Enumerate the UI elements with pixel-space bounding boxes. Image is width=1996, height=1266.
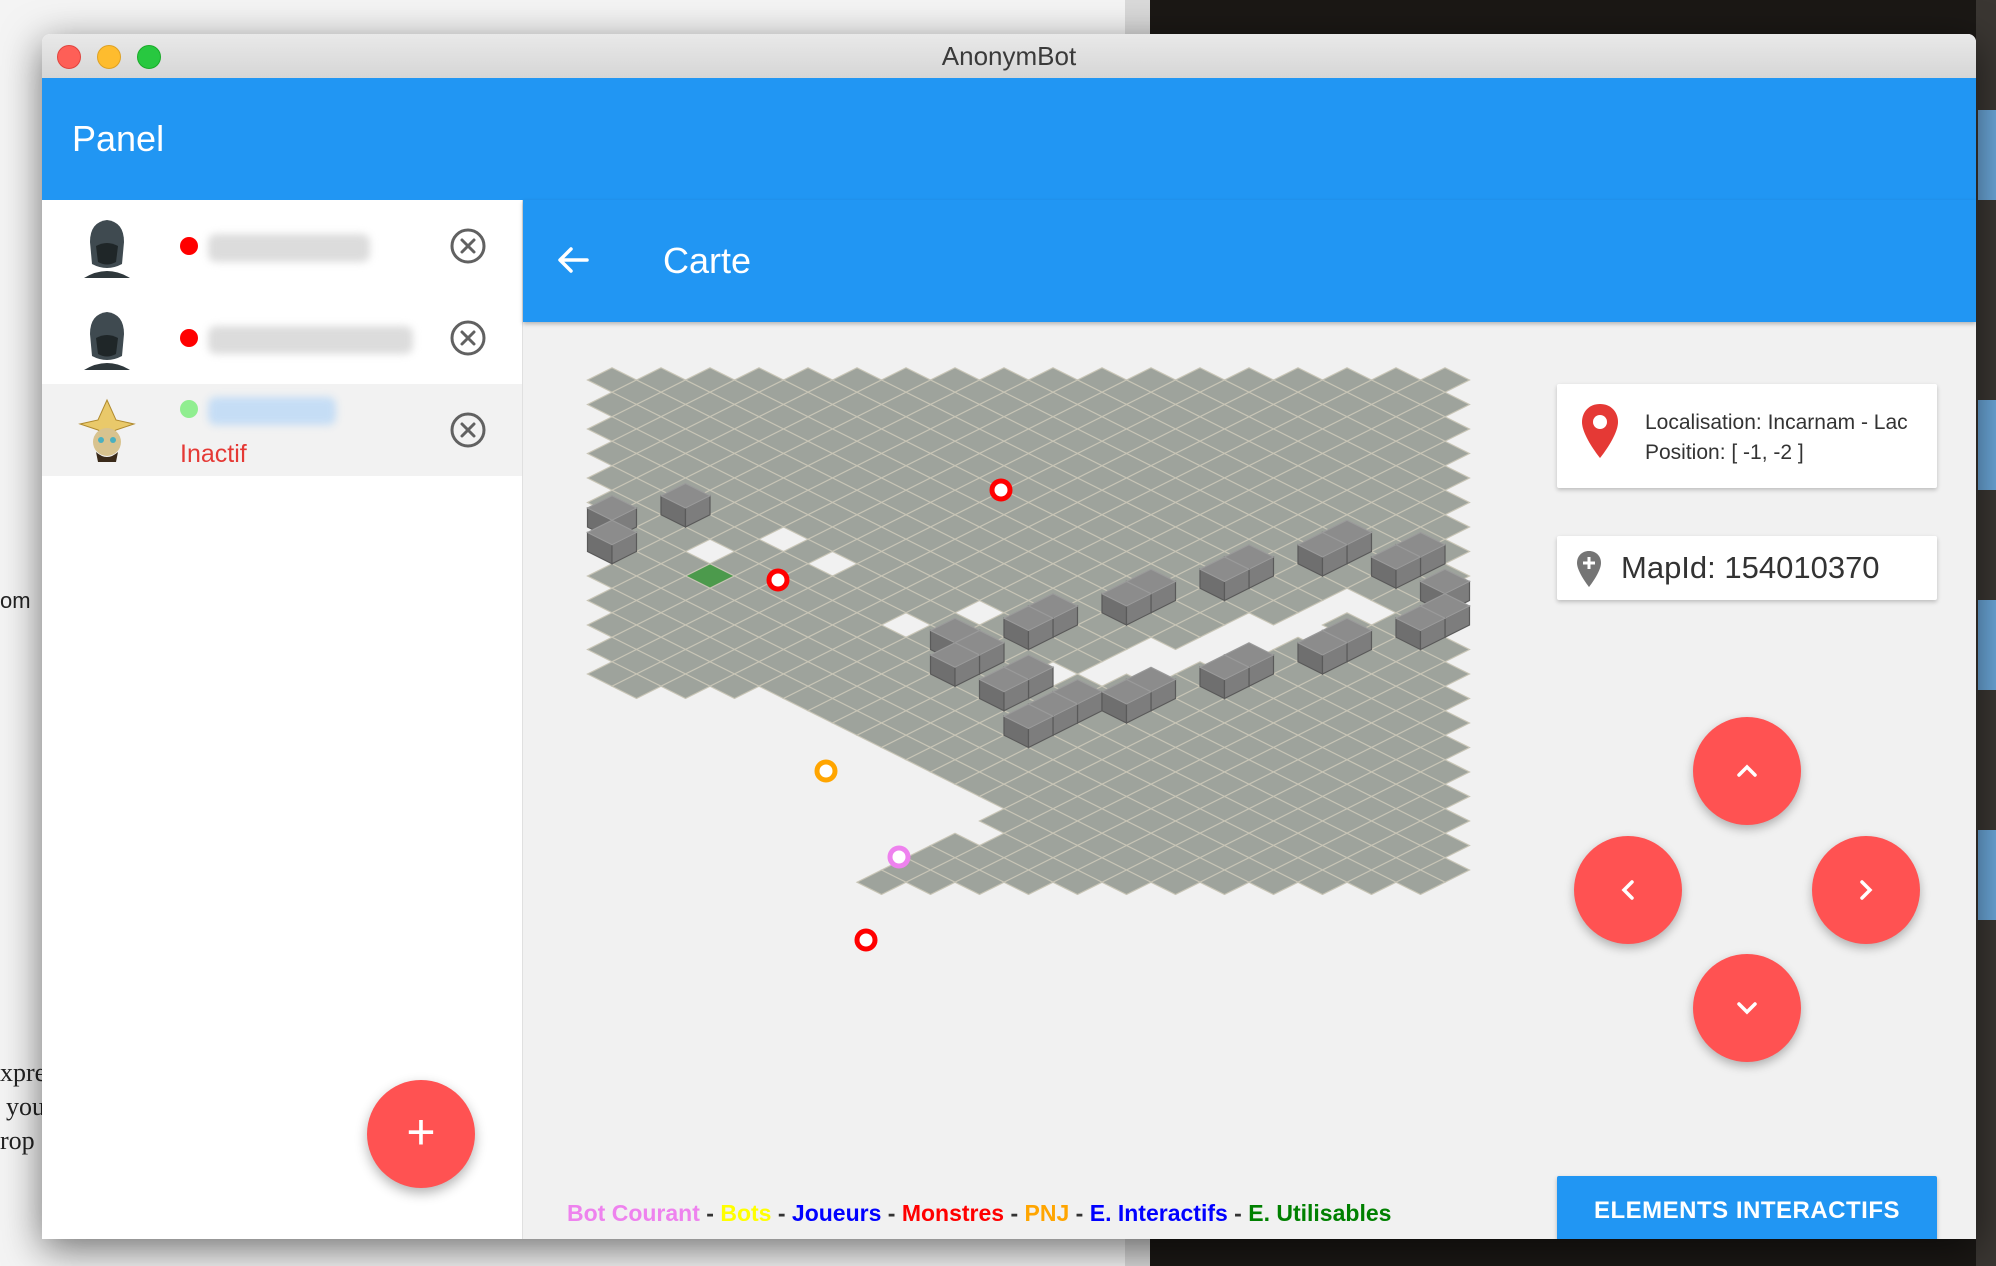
- hooded-character-icon: [84, 220, 130, 278]
- isometric-map[interactable]: [523, 322, 1483, 1239]
- legend-item-monsters: Monstres: [901, 1200, 1005, 1226]
- chevron-up-icon: [1737, 764, 1757, 777]
- bot-name-blurred: [208, 234, 370, 262]
- page-title: Carte: [663, 240, 752, 281]
- mapid-text: MapId: 154010370: [1621, 550, 1880, 585]
- app-bar-title: Panel: [72, 118, 165, 159]
- bot-list-item[interactable]: [42, 200, 522, 292]
- background-text: you: [6, 1092, 45, 1121]
- map-legend: Bot Courant - Bots - Joueurs - Monstres …: [567, 1200, 1392, 1226]
- status-dot: [180, 400, 198, 418]
- monster-marker[interactable]: [766, 568, 790, 592]
- legend-item-interactive: E. Interactifs: [1089, 1200, 1228, 1226]
- bot-list-item[interactable]: [42, 292, 522, 384]
- location-card: Localisation: Incarnam - Lac Position: […: [1557, 384, 1937, 488]
- monster-marker[interactable]: [854, 928, 878, 952]
- chevron-left-icon: [1621, 880, 1634, 900]
- legend-item-usable: E. Utilisables: [1248, 1200, 1392, 1226]
- map-panel: Carte Bot Courant - Bots - Joueurs - Mon…: [523, 200, 1976, 1239]
- background-text: xpre: [0, 1058, 47, 1087]
- remove-bot-icon[interactable]: [448, 318, 488, 358]
- bot-list-item-selected[interactable]: Inactif: [42, 384, 522, 476]
- map-marker-icon: [1582, 404, 1618, 458]
- remove-bot-icon[interactable]: [448, 410, 488, 450]
- legend-item-current-bot: Bot Courant: [567, 1200, 700, 1226]
- monster-marker[interactable]: [989, 478, 1013, 502]
- content-header: Carte: [523, 200, 1976, 322]
- chevron-down-icon: [1737, 1002, 1757, 1015]
- current_bot-marker[interactable]: [887, 845, 911, 869]
- map-marker-plus-icon: [1577, 551, 1601, 587]
- arrow-left-icon[interactable]: [553, 240, 593, 280]
- status-dot: [180, 329, 198, 347]
- legend-item-bots: Bots: [720, 1200, 772, 1226]
- move-right-button[interactable]: [1812, 836, 1920, 944]
- window-title: AnonymBot: [941, 41, 1077, 71]
- legend-item-players: Joueurs: [791, 1200, 882, 1226]
- position-text: Position: [ -1, -2 ]: [1645, 441, 1804, 464]
- chevron-right-icon: [1860, 880, 1873, 900]
- bot-name-blurred: [208, 397, 336, 425]
- interactive-elements-button[interactable]: ELEMENTS INTERACTIFS: [1557, 1176, 1937, 1239]
- background-text: om: [0, 588, 31, 613]
- mapid-card: MapId: 154010370: [1557, 536, 1937, 600]
- remove-bot-icon[interactable]: [448, 226, 488, 266]
- bot-name-blurred: [208, 326, 413, 354]
- hooded-character-icon: [84, 312, 130, 370]
- npc-marker[interactable]: [814, 759, 838, 783]
- move-up-button[interactable]: [1693, 717, 1801, 825]
- bot-list-panel: Inactif +: [42, 200, 523, 1239]
- move-left-button[interactable]: [1574, 836, 1682, 944]
- wizard-character-icon: [78, 398, 136, 462]
- move-down-button[interactable]: [1693, 954, 1801, 1062]
- title-bar: AnonymBot: [42, 34, 1976, 79]
- background-text: rop: [0, 1126, 35, 1155]
- app-window: AnonymBot Panel Inactif + Carte Bot Cour…: [42, 34, 1976, 1239]
- app-bar: Panel: [42, 78, 1976, 200]
- status-dot: [180, 237, 198, 255]
- add-bot-button[interactable]: +: [367, 1080, 475, 1188]
- background-window-strip: [1976, 0, 1996, 1266]
- location-text: Localisation: Incarnam - Lac: [1645, 411, 1908, 434]
- bot-status: Inactif: [180, 440, 247, 468]
- legend-item-npc: PNJ: [1024, 1200, 1070, 1226]
